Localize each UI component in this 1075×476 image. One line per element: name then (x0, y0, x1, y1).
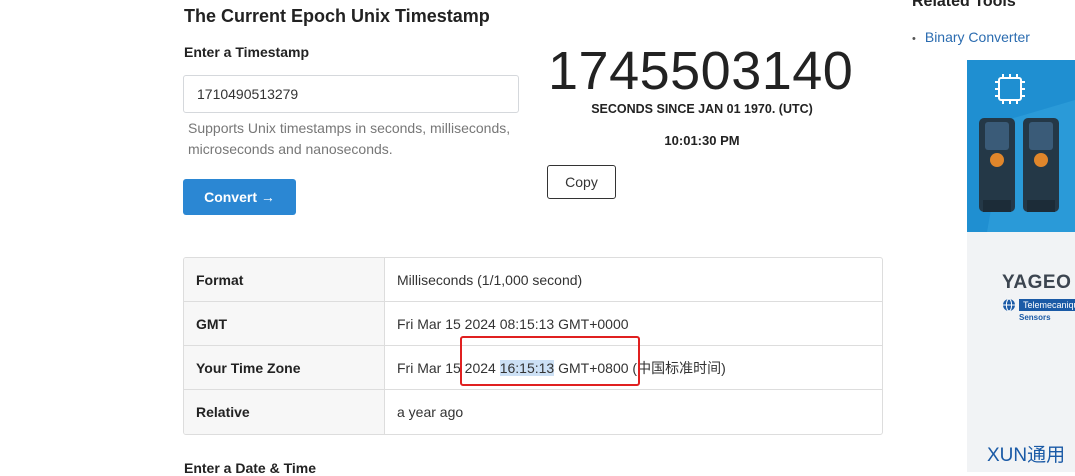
timezone-value-start: Fri Mar 15 2024 (397, 359, 500, 376)
ad-sub-brand: Telemecanique (1019, 299, 1075, 311)
related-link-label: Binary Converter (924, 29, 1030, 45)
result-table: Format Milliseconds (1/1,000 second) GMT… (183, 257, 883, 435)
epoch-time: 10:01:30 PM (664, 133, 740, 148)
enter-date-time-label: Enter a Date & Time (184, 460, 317, 476)
page-title: The Current Epoch Unix Timestamp (184, 6, 490, 26)
timestamp-help-text: Supports Unix timestamps in seconds, mil… (188, 120, 511, 157)
ad-banner-bottom[interactable]: YAGEO Telemecanique Sensors XUN通用 (967, 232, 1075, 472)
product-image-icon (967, 60, 1075, 232)
related-link-binary-converter[interactable]: • Binary Converter (912, 29, 1030, 45)
table-row-format: Format Milliseconds (1/1,000 second) (184, 258, 882, 302)
timestamp-input[interactable] (183, 75, 519, 113)
table-row-timezone: Your Time Zone Fri Mar 15 2024 16:15:13 … (184, 346, 882, 390)
table-row-gmt: GMT Fri Mar 15 2024 08:15:13 GMT+0000 (184, 302, 882, 346)
enter-timestamp-label: Enter a Timestamp (184, 44, 310, 60)
globe-logo-icon (1003, 298, 1015, 312)
selected-time-text[interactable]: 16:15:13 (499, 359, 555, 376)
ad-brand: YAGEO (1002, 272, 1072, 293)
current-epoch-number: 1745503140 (548, 41, 854, 101)
row-value: Fri Mar 15 2024 08:15:13 GMT+0000 (397, 315, 629, 332)
ad-tagline: XUN通用 (987, 445, 1066, 466)
table-row-relative: Relative a year ago (184, 390, 882, 434)
related-tools-heading: Related Tools (912, 0, 1016, 10)
bullet-icon: • (912, 33, 916, 45)
row-value: Fri Mar 15 2024 16:15:13 GMT+0800 (中国标准时… (385, 346, 882, 389)
row-value: Milliseconds (1/1,000 second) (397, 271, 583, 288)
row-key: Format (184, 258, 385, 301)
ad-banner-top[interactable] (967, 60, 1075, 232)
timezone-value-end: GMT+0800 (中国标准时间) (554, 359, 726, 376)
row-key: Your Time Zone (184, 346, 385, 389)
ad-sensors-label: Sensors (1019, 313, 1051, 322)
epoch-caption: SECONDS SINCE JAN 01 1970. (UTC) (591, 102, 813, 116)
row-key: GMT (184, 302, 385, 345)
convert-button[interactable]: Convert → (183, 179, 296, 215)
row-key: Relative (184, 390, 385, 434)
row-value: a year ago (397, 404, 464, 420)
copy-button[interactable]: Copy (547, 165, 616, 199)
